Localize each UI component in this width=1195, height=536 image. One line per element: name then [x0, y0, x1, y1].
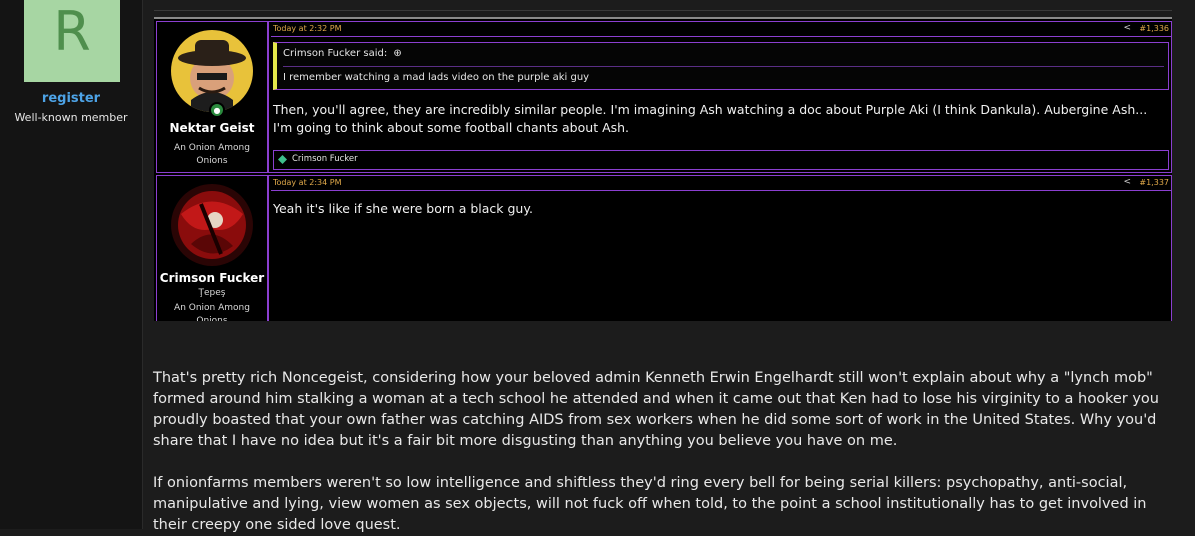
expand-quote-icon[interactable]: ⊕ [393, 48, 401, 59]
post-text: Then, you'll agree, they are incredibly … [273, 102, 1148, 135]
quote-block: Crimson Fucker said: ⊕ I remember watchi… [273, 42, 1169, 90]
post-text: Yeah it's like if she were born a black … [273, 201, 533, 216]
quote-text: I remember watching a mad lads video on … [283, 72, 590, 83]
avatar[interactable] [171, 30, 253, 112]
embedded-user-title: An Onion Among Onions [174, 303, 250, 321]
embedded-post-user: ● Nektar Geist An Onion Among Onions [157, 22, 269, 172]
cowboy-avatar-image [171, 30, 253, 112]
quote-header-strip [154, 0, 1172, 11]
reaction-icon [278, 155, 287, 164]
embedded-post: Crimson Fucker Ţepeş An Onion Among Onio… [156, 175, 1172, 321]
post-header: Today at 2:32 PM < #1,336 [271, 22, 1171, 37]
reaction-bar[interactable]: Crimson Fucker [273, 150, 1169, 170]
avatar[interactable]: R [24, 0, 120, 82]
embedded-username[interactable]: Crimson Fucker [157, 271, 267, 285]
online-status-icon: ● [209, 102, 225, 118]
embedded-post: ● Nektar Geist An Onion Among Onions Tod… [156, 21, 1172, 173]
poster-user-title: Well-known member [14, 111, 128, 124]
post-header: Today at 2:34 PM < #1,337 [271, 176, 1171, 191]
post-number[interactable]: #1,336 [1139, 24, 1169, 33]
quote-author-label: Crimson Fucker said: [283, 48, 388, 59]
embedded-post-body: Today at 2:32 PM < #1,336 Crimson Fucker… [271, 22, 1171, 172]
post-number[interactable]: #1,337 [1139, 178, 1169, 187]
avatar[interactable] [171, 184, 253, 266]
embedded-screenshot: ● Nektar Geist An Onion Among Onions Tod… [154, 17, 1172, 321]
embedded-username[interactable]: Nektar Geist [157, 121, 267, 135]
share-icon[interactable]: < [1123, 23, 1131, 33]
quote-author[interactable]: Crimson Fucker said: ⊕ [283, 48, 402, 59]
embedded-post-user: Crimson Fucker Ţepeş An Onion Among Onio… [157, 176, 269, 321]
quote-divider [283, 66, 1164, 67]
poster-sidebar: R register Well-known member [0, 0, 143, 529]
red-art-avatar-image [171, 184, 253, 266]
embedded-user-title: An Onion Among Onions [174, 143, 250, 166]
poster-username[interactable]: register [0, 91, 142, 106]
embed-top-border [154, 17, 1172, 19]
embedded-post-body: Today at 2:34 PM < #1,337 Yeah it's like… [271, 176, 1171, 321]
post-paragraph: If onionfarms members weren't so low int… [153, 475, 1147, 533]
post-timestamp[interactable]: Today at 2:34 PM [273, 178, 342, 187]
embedded-user-subtitle: Ţepeş [198, 288, 226, 298]
post-timestamp[interactable]: Today at 2:32 PM [273, 24, 342, 33]
share-icon[interactable]: < [1123, 177, 1131, 187]
post-paragraph: That's pretty rich Noncegeist, consideri… [153, 370, 1159, 449]
reaction-user[interactable]: Crimson Fucker [292, 154, 358, 164]
